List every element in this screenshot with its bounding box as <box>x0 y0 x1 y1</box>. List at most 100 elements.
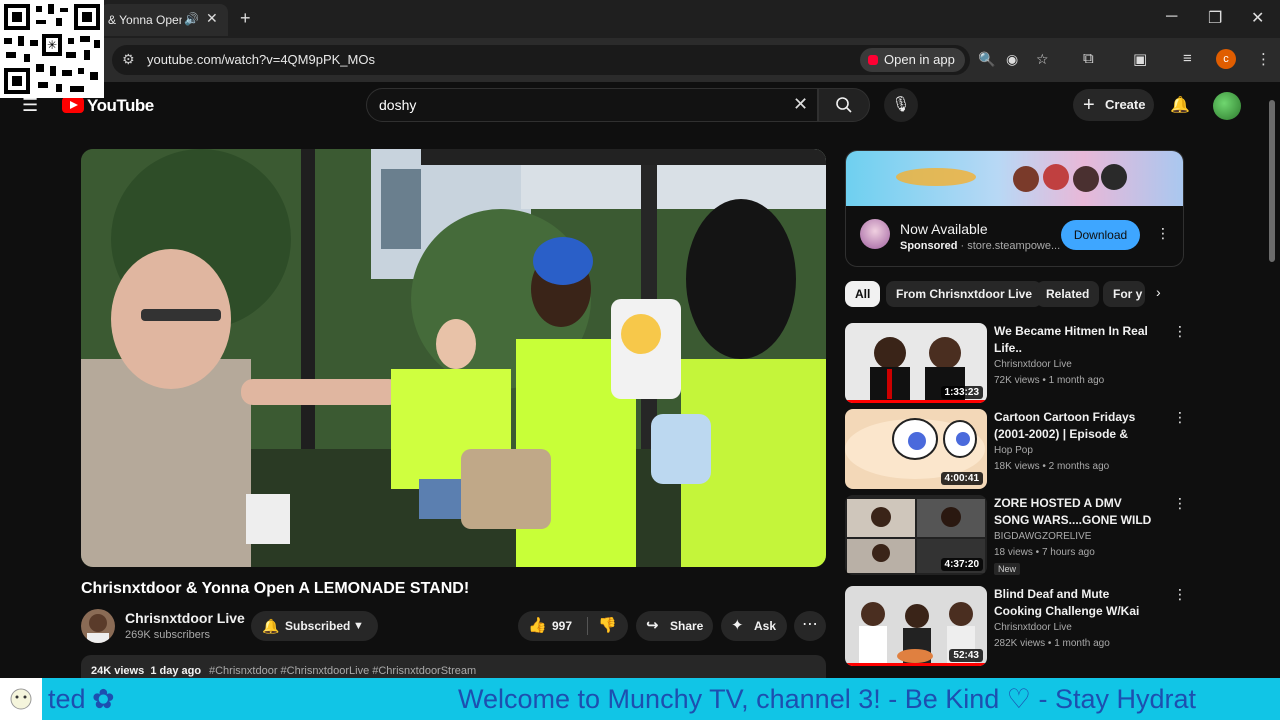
star-icon[interactable]: ☆ <box>1036 51 1049 68</box>
address-bar[interactable]: ⚙ youtube.com/watch?v=4QM9pPK_MOs Open i… <box>112 45 1049 75</box>
menu-dots-icon[interactable]: ⋮ <box>1256 50 1271 68</box>
open-in-app-button[interactable]: Open in app <box>860 48 965 72</box>
media-controls-icon[interactable]: ≡ <box>1183 50 1192 67</box>
related-meta: 72K views • 1 month ago <box>994 375 1105 386</box>
minimize-icon[interactable]: ─ <box>1166 8 1177 26</box>
sparkle-icon: ✦ <box>731 617 744 634</box>
browser-tab-bar: & Yonna Open A LEMONADE STAND! 🔊 ✕ + ─ ❐… <box>0 0 1280 38</box>
search-icon <box>836 97 852 113</box>
related-meta: 18K views • 2 months ago <box>994 461 1110 472</box>
related-meta: 18 views • 7 hours ago <box>994 547 1095 558</box>
ad-title[interactable]: Now Available <box>900 221 988 237</box>
search-button[interactable] <box>818 88 870 122</box>
notifications-bell-icon[interactable]: 🔔 <box>1170 95 1190 115</box>
duration-badge: 52:43 <box>949 649 983 662</box>
search-query[interactable]: doshy <box>379 97 416 113</box>
description-hashtags[interactable]: #Chrisnxtdoor #ChrisnxtdoorLive #Chrisnx… <box>209 665 476 677</box>
play-triangle-icon <box>70 101 78 109</box>
advertiser-icon[interactable] <box>860 219 890 249</box>
share-label: Share <box>670 619 704 633</box>
scrollbar-thumb[interactable] <box>1269 100 1275 262</box>
microphone-icon: 🎙 <box>891 96 911 113</box>
ask-button[interactable]: ✦ Ask <box>721 611 787 641</box>
plus-icon: + <box>1083 94 1095 116</box>
url-text[interactable]: youtube.com/watch?v=4QM9pPK_MOs <box>147 52 375 67</box>
more-vertical-icon[interactable]: ⋮ <box>1173 495 1187 512</box>
hamburger-menu-icon[interactable]: ☰ <box>22 95 38 116</box>
user-avatar[interactable] <box>1213 92 1241 120</box>
zoom-icon[interactable]: 🔍 <box>978 51 995 68</box>
video-frame <box>81 149 826 567</box>
clear-search-icon[interactable]: ✕ <box>793 94 808 115</box>
microphone-button[interactable]: 🎙 <box>884 88 918 122</box>
related-thumbnail[interactable]: 1:33:23 <box>845 323 987 403</box>
sponsored-ad-card[interactable]: Now Available Sponsored · store.steampow… <box>845 150 1184 267</box>
chip-related[interactable]: Related <box>1036 281 1100 307</box>
related-thumbnail[interactable]: 52:43 <box>845 586 987 666</box>
open-in-app-label: Open in app <box>884 52 955 67</box>
site-settings-icon[interactable]: ⚙ <box>122 51 135 68</box>
related-channel[interactable]: Chrisnxtdoor Live <box>994 622 1072 633</box>
related-video[interactable]: 52:43 Blind Deaf and Mute Cooking Challe… <box>845 586 1187 666</box>
chevron-down-icon: ▼ <box>353 620 364 632</box>
watch-progress-bar <box>845 400 987 403</box>
related-video[interactable]: 4:00:41 Cartoon Cartoon Fridays (2001-20… <box>845 409 1187 489</box>
duration-badge: 4:37:20 <box>940 558 983 571</box>
more-vertical-icon[interactable]: ⋮ <box>1173 409 1187 426</box>
channel-name[interactable]: Chrisnxtdoor Live <box>125 610 245 626</box>
stream-ticker-overlay: ted ✿ Welcome to Munchy TV, channel 3! -… <box>0 678 1280 720</box>
extensions-icon[interactable]: ⧉ <box>1083 50 1094 67</box>
channel-avatar[interactable] <box>81 609 115 643</box>
new-tab-icon[interactable]: + <box>240 8 251 29</box>
related-thumbnail[interactable]: 4:37:20 <box>845 495 987 575</box>
ad-sponsored-line: Sponsored · store.steampowe... <box>900 240 1061 252</box>
like-divider <box>587 617 588 635</box>
close-tab-icon[interactable]: ✕ <box>206 10 218 27</box>
related-video[interactable]: 4:37:20 ZORE HOSTED A DMV SONG WARS....G… <box>845 495 1187 575</box>
duration-badge: 1:33:23 <box>940 386 983 399</box>
thumbs-up-icon[interactable]: 👍 <box>528 616 547 634</box>
eye-off-icon[interactable]: ◉ <box>1006 51 1018 68</box>
related-channel[interactable]: Chrisnxtdoor Live <box>994 359 1072 370</box>
chip-for-you[interactable]: For y <box>1103 281 1145 307</box>
related-video[interactable]: 1:33:23 We Became Hitmen In Real Life.. … <box>845 323 1187 403</box>
thumbs-down-icon[interactable]: 👎 <box>598 616 617 634</box>
search-input[interactable]: doshy ✕ <box>366 88 818 122</box>
chevron-right-icon[interactable]: › <box>1156 284 1161 300</box>
clover-icon: ✿ <box>92 684 115 714</box>
tab-search-icon[interactable]: ▣ <box>1133 50 1147 68</box>
related-title[interactable]: We Became Hitmen In Real Life.. <box>994 323 1159 357</box>
more-actions-button[interactable]: ⋯ <box>794 611 826 641</box>
related-channel[interactable]: BIGDAWGZORELIVE <box>994 531 1091 542</box>
share-arrow-icon: ↪ <box>646 617 659 634</box>
chip-all[interactable]: All <box>845 281 881 307</box>
related-title[interactable]: Cartoon Cartoon Fridays (2001-2002) | Ep… <box>994 409 1159 443</box>
browser-tab[interactable]: & Yonna Open A LEMONADE STAND! 🔊 ✕ <box>100 4 228 36</box>
more-vertical-icon[interactable]: ⋮ <box>1173 323 1187 340</box>
subscribed-button[interactable]: 🔔 Subscribed ▼ <box>251 611 378 641</box>
ad-more-icon[interactable]: ⋮ <box>1156 225 1170 242</box>
related-title[interactable]: ZORE HOSTED A DMV SONG WARS....GONE WILD <box>994 495 1159 529</box>
youtube-wordmark[interactable]: YouTube <box>87 96 154 116</box>
profile-avatar[interactable]: c <box>1216 49 1236 69</box>
more-vertical-icon[interactable]: ⋮ <box>1173 586 1187 603</box>
video-player[interactable] <box>81 149 826 567</box>
related-thumbnail[interactable]: 4:00:41 <box>845 409 987 489</box>
watch-progress-bar <box>845 663 987 666</box>
maximize-icon[interactable]: ❐ <box>1208 8 1222 28</box>
related-title[interactable]: Blind Deaf and Mute Cooking Challenge W/… <box>994 586 1159 620</box>
create-label: Create <box>1105 97 1146 112</box>
ad-banner-image[interactable] <box>846 151 1183 206</box>
share-button[interactable]: ↪ Share <box>636 611 713 641</box>
related-channel[interactable]: Hop Pop <box>994 445 1033 456</box>
create-button[interactable]: + Create <box>1073 89 1154 121</box>
like-count[interactable]: 997 <box>552 619 572 633</box>
tab-title: & Yonna Open A LEMONADE STAND! <box>108 13 182 27</box>
duration-badge: 4:00:41 <box>940 472 983 485</box>
speaker-icon[interactable]: 🔊 <box>184 12 199 26</box>
chip-from-channel[interactable]: From Chrisnxtdoor Live <box>886 281 1043 307</box>
ad-download-button[interactable]: Download <box>1061 220 1140 250</box>
close-window-icon[interactable]: ✕ <box>1251 8 1264 28</box>
like-dislike-group: 👍 997 👎 <box>518 611 628 641</box>
subscribed-label: Subscribed <box>285 619 351 633</box>
